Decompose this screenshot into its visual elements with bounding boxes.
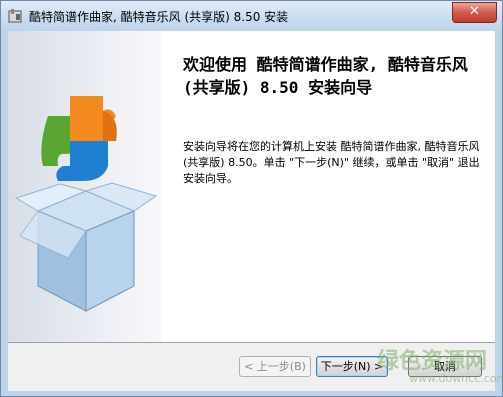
close-button[interactable]: ✕ — [452, 2, 497, 23]
wizard-side-panel — [8, 31, 161, 342]
installer-window: 酷特简谱作曲家, 酷特音乐风 (共享版) 8.50 安装 ✕ 欢迎使用 酷特简谱… — [0, 0, 503, 397]
close-icon: ✕ — [469, 4, 480, 19]
installer-app-icon — [8, 9, 22, 23]
wizard-content: 欢迎使用 酷特简谱作曲家, 酷特音乐风 (共享版) 8.50 安装向导 安装向导… — [161, 31, 495, 342]
welcome-heading: 欢迎使用 酷特简谱作曲家, 酷特音乐风 (共享版) 8.50 安装向导 — [183, 55, 468, 97]
watermark: 绿色资源网 www.downcc.com — [369, 341, 503, 396]
welcome-description: 安装向导将在您的计算机上安装 酷特简谱作曲家, 酷特音乐风 (共享版) 8.50… — [183, 140, 480, 185]
watermark-url: www.downcc.com — [409, 372, 503, 385]
watermark-text: 绿色资源网 — [377, 349, 488, 374]
window-title: 酷特简谱作曲家, 酷特音乐风 (共享版) 8.50 安装 — [29, 10, 289, 24]
back-button[interactable]: < 上一步(B) — [239, 356, 311, 377]
puzzle-box-illustration — [14, 96, 158, 312]
wizard-body: 欢迎使用 酷特简谱作曲家, 酷特音乐风 (共享版) 8.50 安装向导 安装向导… — [8, 31, 495, 391]
title-bar: 酷特简谱作曲家, 酷特音乐风 (共享版) 8.50 安装 ✕ — [1, 1, 502, 31]
